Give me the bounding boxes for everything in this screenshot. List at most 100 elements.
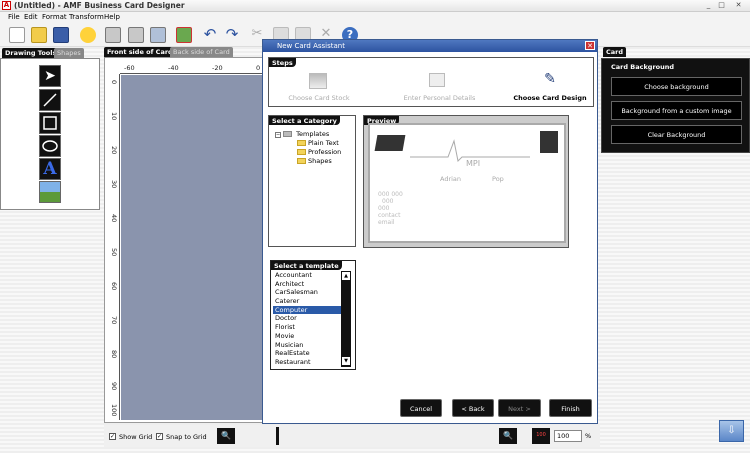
cancel-button[interactable]: Cancel xyxy=(400,399,442,417)
tree-item-label: Profession xyxy=(308,148,342,156)
open-folder-icon[interactable] xyxy=(31,27,47,43)
wizard-icon[interactable] xyxy=(80,27,96,43)
list-item[interactable]: Movie xyxy=(273,332,341,341)
menu-edit[interactable]: Edit xyxy=(24,13,38,21)
preview-last-name: Pop xyxy=(492,175,504,183)
desktop-computer-icon xyxy=(540,131,558,153)
maximize-button[interactable]: □ xyxy=(716,1,727,10)
card-stock-icon xyxy=(309,73,327,89)
list-item[interactable]: Florist xyxy=(273,323,341,332)
image-tool-icon[interactable] xyxy=(39,181,61,203)
save-icon[interactable] xyxy=(53,27,69,43)
canvas-tabs: Front side of Card Back side of Card xyxy=(104,47,264,57)
card-canvas[interactable] xyxy=(121,75,264,420)
menu-help[interactable]: Help xyxy=(104,13,120,21)
snap-to-grid-checkbox[interactable]: ✓ xyxy=(156,433,163,440)
tab-drawing-tools[interactable]: Drawing Tools xyxy=(2,48,60,58)
list-item-selected[interactable]: Computer xyxy=(273,305,341,315)
scroll-up-icon[interactable]: ▲ xyxy=(342,272,350,280)
show-grid-checkbox[interactable]: ✓ xyxy=(109,433,116,440)
ruler-label: -40 xyxy=(168,64,179,72)
show-grid-label: Show Grid xyxy=(119,433,153,441)
new-file-icon[interactable] xyxy=(9,27,25,43)
line-tool-icon[interactable] xyxy=(39,89,61,111)
bottom-bar: ✓ Show Grid ✓ Snap to Grid 🔍 🔍 100 100 % xyxy=(104,425,600,447)
zoom-slider-thumb[interactable] xyxy=(276,427,279,445)
ellipse-tool-icon[interactable] xyxy=(39,135,61,157)
dialog-close-icon[interactable]: ✕ xyxy=(585,41,595,50)
tree-item-shapes[interactable]: Shapes xyxy=(297,157,332,165)
tab-front-side[interactable]: Front side of Card xyxy=(104,47,176,57)
select-arrow-icon[interactable]: ➤ xyxy=(39,65,61,87)
menu-format[interactable]: Format xyxy=(42,13,67,21)
tree-item-plain-text[interactable]: Plain Text xyxy=(297,139,339,147)
tree-root[interactable]: − Templates xyxy=(275,130,329,138)
category-section: Select a Category − Templates Plain Text… xyxy=(268,115,356,247)
folder-icon xyxy=(297,140,306,146)
preview-first-name: Adrian xyxy=(440,175,462,183)
zoom-in-icon[interactable]: 🔍 xyxy=(499,428,517,444)
ruler-label: 40 xyxy=(110,214,118,223)
text-tool-icon[interactable]: A xyxy=(39,158,61,180)
minimize-button[interactable]: _ xyxy=(703,1,714,10)
zoom-100-icon[interactable]: 100 xyxy=(532,428,550,444)
menu-file[interactable]: File xyxy=(8,13,20,21)
custom-image-background-button[interactable]: Background from a custom image xyxy=(611,101,742,120)
collapse-icon[interactable]: − xyxy=(275,132,281,138)
print-preview-icon[interactable] xyxy=(128,27,144,43)
step-choose-card-stock[interactable]: Choose Card Stock xyxy=(274,94,364,102)
scroll-down-corner-icon[interactable]: ⇩ xyxy=(719,420,744,442)
ruler-label: 10 xyxy=(110,112,118,121)
menu-transform[interactable]: Transform xyxy=(69,13,104,21)
template-scrollbar[interactable]: ▲ ▼ xyxy=(341,271,351,367)
list-item[interactable]: CarSalesman xyxy=(273,288,341,297)
menu-bar: File Edit Format Transform Help xyxy=(0,12,750,23)
list-item[interactable]: Caterer xyxy=(273,297,341,306)
list-item[interactable]: Restaurant xyxy=(273,358,341,367)
package-icon[interactable] xyxy=(176,27,192,43)
preview-section: Preview MPI Adrian Pop 000 000 000 000 c… xyxy=(363,115,569,248)
list-item[interactable]: Accountant xyxy=(273,271,341,280)
print-setup-icon[interactable] xyxy=(150,27,166,43)
close-button[interactable]: ✕ xyxy=(733,1,744,10)
step-choose-card-design[interactable]: Choose Card Design xyxy=(505,94,595,102)
ruler-label: 50 xyxy=(110,248,118,257)
title-bar: A (Untitled) - AMF Business Card Designe… xyxy=(0,0,750,12)
list-item[interactable]: Doctor xyxy=(273,314,341,323)
back-button[interactable]: < Back xyxy=(452,399,494,417)
laptop-icon xyxy=(374,135,406,151)
tab-card[interactable]: Card xyxy=(603,47,627,57)
tab-shapes[interactable]: Shapes xyxy=(54,48,84,58)
snap-to-grid-label: Snap to Grid xyxy=(166,433,207,441)
print-icon[interactable] xyxy=(105,27,121,43)
tab-back-side[interactable]: Back side of Card xyxy=(170,47,233,57)
zoom-out-icon[interactable]: 🔍 xyxy=(217,428,235,444)
next-button[interactable]: Next > xyxy=(498,399,541,417)
undo-icon[interactable]: ↶ xyxy=(202,27,218,43)
list-item[interactable]: RealEstate xyxy=(273,349,341,358)
scroll-down-icon[interactable]: ▼ xyxy=(342,357,350,365)
ruler-label: 60 xyxy=(110,282,118,291)
list-item[interactable]: Architect xyxy=(273,280,341,289)
preview-line: contact xyxy=(378,212,401,219)
ruler-label: 0 xyxy=(256,64,261,72)
preview-company: MPI xyxy=(466,159,481,168)
rectangle-tool-icon[interactable] xyxy=(39,112,61,134)
steps-header: Steps xyxy=(269,58,296,67)
step-enter-personal-details[interactable]: Enter Personal Details xyxy=(387,94,492,102)
clear-background-button[interactable]: Clear Background xyxy=(611,125,742,144)
finish-button[interactable]: Finish xyxy=(549,399,592,417)
folder-open-icon xyxy=(283,131,293,137)
folder-icon xyxy=(297,149,306,155)
ruler-label: 30 xyxy=(110,180,118,189)
template-list[interactable]: Accountant Architect CarSalesman Caterer… xyxy=(273,271,341,367)
list-item[interactable]: Musician xyxy=(273,341,341,350)
personal-details-icon xyxy=(429,73,445,87)
zoom-value-input[interactable]: 100 xyxy=(554,430,582,442)
template-header: Select a template xyxy=(271,261,342,270)
ruler-label: 90 xyxy=(110,382,118,391)
tree-item-profession[interactable]: Profession xyxy=(297,148,341,156)
redo-icon[interactable]: ↷ xyxy=(224,27,240,43)
choose-background-button[interactable]: Choose background xyxy=(611,77,742,96)
tree-root-label: Templates xyxy=(296,130,330,138)
